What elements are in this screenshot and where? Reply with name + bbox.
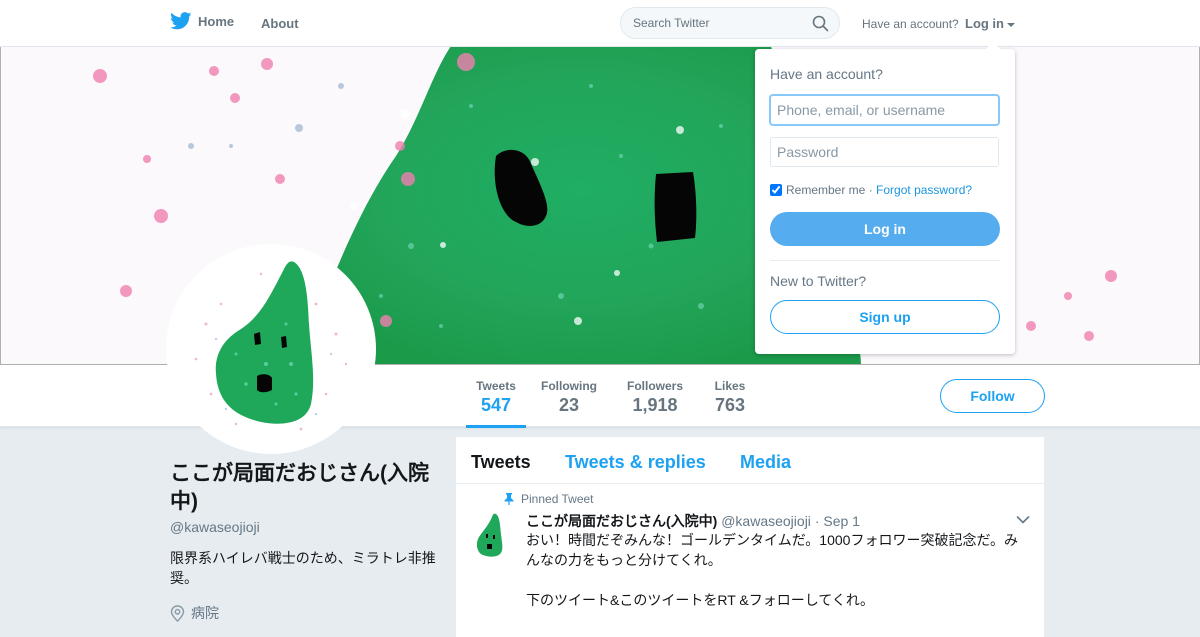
tab-tweets[interactable]: Tweets <box>471 452 531 473</box>
remember-me-row: Remember me · Forgot password? <box>770 183 972 197</box>
follow-button[interactable]: Follow <box>940 379 1045 413</box>
caret-down-icon <box>1007 22 1015 27</box>
login-dropdown: Have an account? Remember me · Forgot pa… <box>755 42 1015 354</box>
remember-me-checkbox[interactable] <box>770 184 782 196</box>
tweet-author-handle[interactable]: @kawaseojioji <box>721 513 811 529</box>
stat-value: 1,918 <box>632 395 678 415</box>
location-text: 病院 <box>191 605 219 621</box>
stat-tweets[interactable]: Tweets 547 <box>466 379 526 428</box>
tweet-text: おい！時間だぞみんな！ゴールデンタイムだ。1000フォロワー突破記念だ。みんなの… <box>526 530 1031 630</box>
tweet-header: ここが局面だおじさん(入院中) @kawaseojioji · Sep 1 <box>526 511 860 531</box>
tab-media[interactable]: Media <box>740 452 791 473</box>
new-to-twitter-text: New to Twitter? <box>770 273 867 289</box>
profile-avatar[interactable] <box>166 244 376 454</box>
stat-followers[interactable]: Followers 1,918 <box>624 379 686 416</box>
tweet-separator: · <box>814 513 820 529</box>
timeline: Tweets Tweets & replies Media Pinned Twe… <box>456 437 1044 637</box>
nav-about-link[interactable]: About <box>261 16 299 31</box>
stat-label: Tweets <box>476 379 516 393</box>
pin-icon <box>504 493 514 505</box>
twitter-bird-icon <box>170 12 192 30</box>
login-dropdown-toggle[interactable]: Log in <box>965 16 1015 31</box>
avatar-image <box>194 261 348 431</box>
login-button[interactable]: Log in <box>770 212 1000 246</box>
divider <box>770 260 1000 261</box>
tweet-author-name[interactable]: ここが局面だおじさん(入院中) <box>526 513 717 529</box>
profile-location: 病院 <box>170 603 219 623</box>
tab-tweets-replies[interactable]: Tweets & replies <box>565 452 706 473</box>
have-account-text: Have an account? <box>862 17 959 31</box>
password-field[interactable] <box>770 137 999 167</box>
stat-label: Following <box>541 379 597 393</box>
stat-following[interactable]: Following 23 <box>539 379 599 416</box>
stat-label: Likes <box>714 379 746 393</box>
stat-likes[interactable]: Likes 763 <box>711 379 749 416</box>
chevron-down-icon[interactable] <box>1016 515 1030 525</box>
profile-handle[interactable]: @kawaseojioji <box>170 519 260 535</box>
tweet-paragraph: おい！時間だぞみんな！ゴールデンタイムだ。1000フォロワー突破記念だ。みんなの… <box>526 532 1019 568</box>
stat-value: 763 <box>714 395 746 415</box>
login-dropdown-title: Have an account? <box>770 66 883 82</box>
location-pin-icon <box>170 604 185 622</box>
forgot-password-link[interactable]: Forgot password? <box>876 183 972 197</box>
profile-name: ここが局面だおじさん(入院中) <box>170 462 429 513</box>
search-box[interactable] <box>620 7 840 39</box>
profile-bio: 限界系ハイレバ戦士のため、ミラトレ非推奨。 <box>170 550 436 586</box>
tweet-avatar-image <box>476 513 503 557</box>
pinned-label: Pinned Tweet <box>504 492 594 506</box>
username-field[interactable] <box>770 95 999 125</box>
signup-button[interactable]: Sign up <box>770 300 1000 334</box>
search-icon[interactable] <box>812 15 829 32</box>
stat-value: 23 <box>558 395 580 415</box>
timeline-tabs: Tweets Tweets & replies Media <box>456 437 1044 484</box>
pinned-text: Pinned Tweet <box>521 492 594 506</box>
nav-home-label: Home <box>198 13 235 29</box>
nav-home-link[interactable]: Home <box>170 12 234 30</box>
tweet-paragraph: 下のツイート&このツイートをRT &フォローしてくれ。 <box>526 592 875 608</box>
remember-separator: · <box>868 183 873 197</box>
tweet-date[interactable]: Sep 1 <box>823 513 860 529</box>
search-input[interactable] <box>633 16 803 30</box>
remember-me-label[interactable]: Remember me <box>786 183 865 197</box>
stat-value: 547 <box>480 395 512 415</box>
tweet-avatar[interactable] <box>472 512 508 558</box>
login-link-label: Log in <box>965 16 1004 31</box>
stat-label: Followers <box>626 379 683 393</box>
top-nav: Home About Have an account? Log in <box>0 0 1200 47</box>
